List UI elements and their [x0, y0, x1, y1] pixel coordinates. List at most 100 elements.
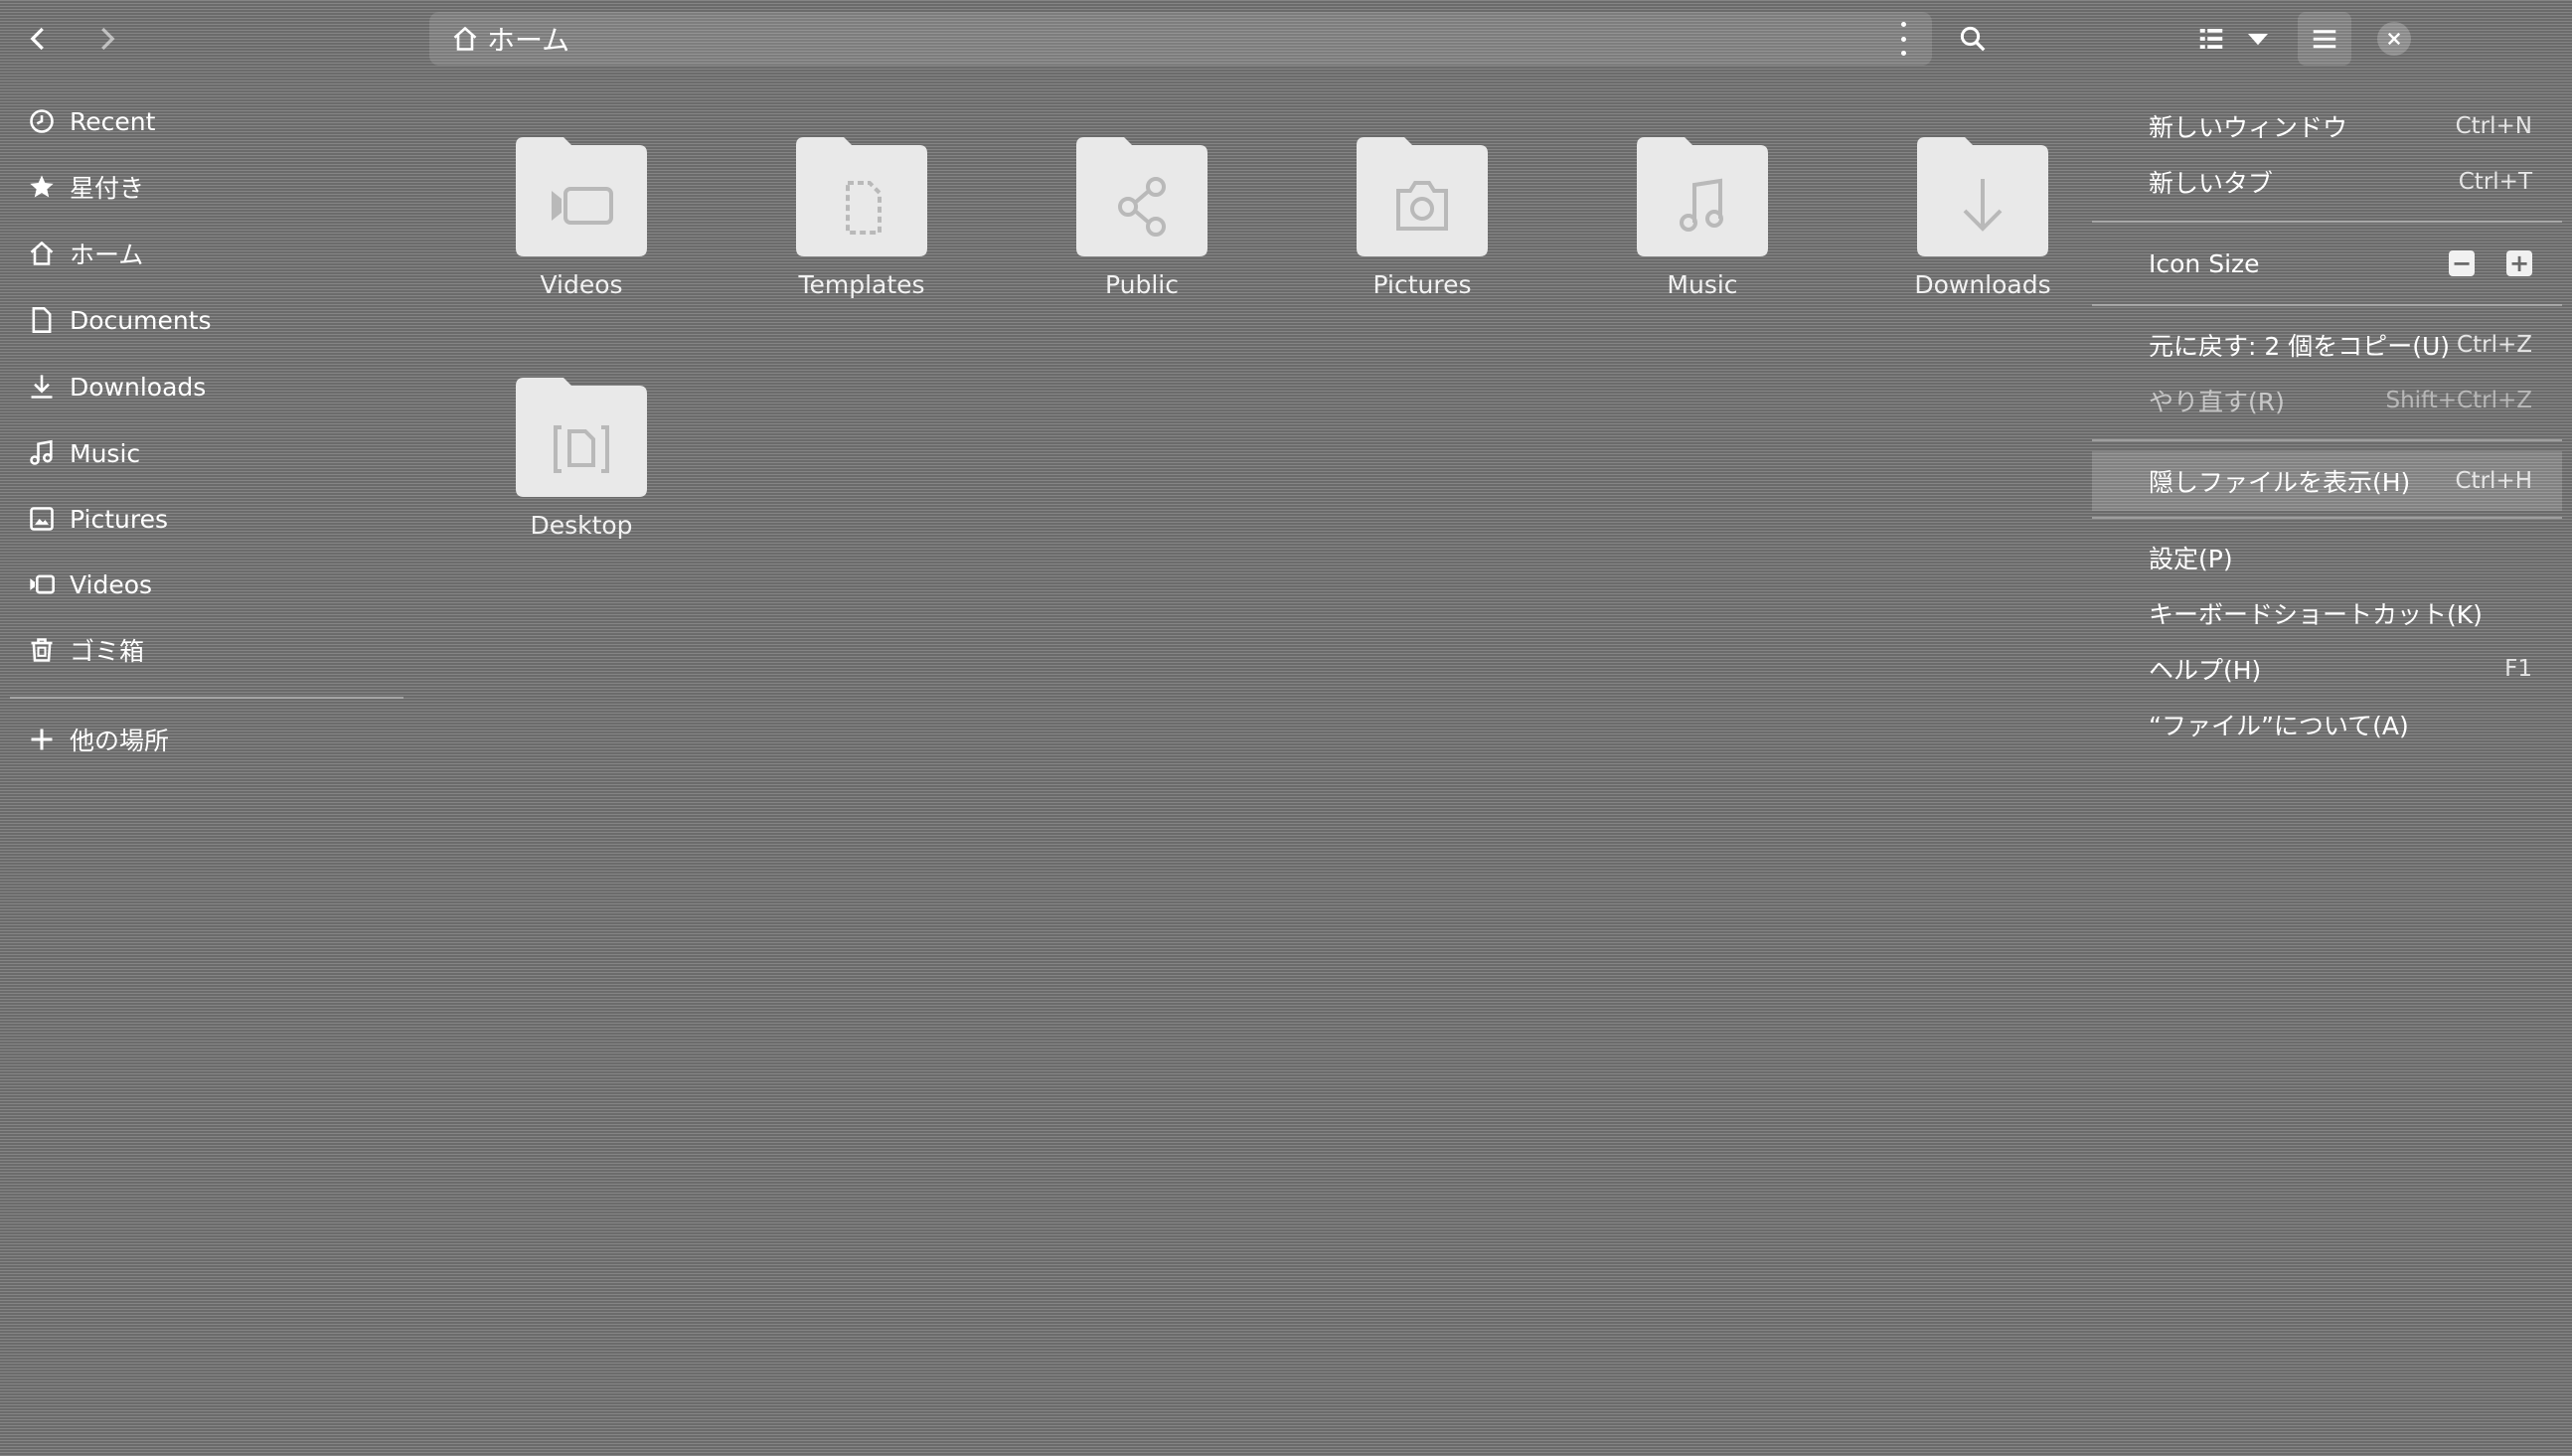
menu-item-label: 元に戻す: 2 個をコピー(U) [2149, 332, 2451, 361]
menu-item-help[interactable]: ヘルプ(H) F1 [2087, 642, 2562, 696]
folder-label: Public [1105, 270, 1179, 299]
path-menu-button[interactable] [1896, 22, 1910, 56]
sidebar-item-label: Music [70, 438, 141, 468]
folder-music-icon [1637, 137, 1768, 256]
sidebar-item-starred[interactable]: 星付き [28, 161, 396, 213]
menu-item-preferences[interactable]: 設定(P) [2087, 531, 2562, 584]
download-icon [31, 375, 53, 399]
zoom-out-button[interactable]: − [2449, 250, 2475, 276]
path-bar[interactable]: ホーム [429, 12, 1932, 66]
main-menu-button[interactable] [2298, 12, 2351, 66]
list-view-icon [2199, 29, 2223, 49]
menu-item-label: キーボードショートカット(K) [2149, 600, 2483, 629]
sidebar-item-music[interactable]: Music [28, 427, 396, 479]
menu-item-accel: Shift+Ctrl+Z [2385, 388, 2532, 413]
path-label: ホーム [487, 24, 570, 57]
close-button[interactable] [2367, 12, 2421, 66]
dot-icon [1900, 22, 1906, 27]
sidebar-separator [10, 697, 403, 699]
folder-item-videos[interactable]: Videos [462, 125, 701, 344]
sidebar-item-downloads[interactable]: Downloads [28, 361, 396, 412]
picture-icon [30, 507, 54, 531]
folder-label: Videos [540, 270, 623, 299]
document-icon [32, 307, 52, 333]
sidebar-item-label: Recent [70, 106, 156, 136]
menu-item-accel: Ctrl+H [2455, 468, 2533, 494]
sidebar-item-recent[interactable]: Recent [28, 95, 396, 147]
menu-item-redo[interactable]: やり直す(R) Shift+Ctrl+Z [2087, 374, 2562, 427]
home-icon [453, 26, 477, 51]
folder-share-icon [1076, 137, 1207, 256]
folder-camera-icon [1357, 137, 1488, 256]
caret-down-icon [2248, 34, 2268, 46]
folder-video-icon [516, 137, 647, 256]
menu-item-about[interactable]: “ファイル”について(A) [2087, 698, 2562, 751]
menu-item-accel: Ctrl+Z [2457, 332, 2532, 358]
close-icon [2387, 32, 2401, 46]
view-options-button[interactable] [2238, 12, 2278, 66]
menu-item-label: 設定(P) [2149, 545, 2233, 573]
menu-item-label: “ファイル”について(A) [2149, 712, 2409, 740]
folder-item-pictures[interactable]: Pictures [1303, 125, 1541, 344]
path-home-button[interactable]: ホーム [451, 19, 569, 59]
star-icon [30, 175, 54, 198]
sidebar-item-videos[interactable]: Videos [28, 559, 396, 610]
menu-item-accel: Ctrl+T [2458, 169, 2532, 195]
search-icon [1960, 26, 1986, 52]
menu-item-icon-size: Icon Size − + [2087, 237, 2562, 290]
sidebar-item-other-locations[interactable]: 他の場所 [28, 714, 396, 765]
dot-icon [1900, 36, 1906, 42]
search-button[interactable] [1946, 12, 2000, 66]
menu-item-accel: F1 [2504, 656, 2532, 682]
music-icon [30, 439, 53, 465]
folder-desktop-icon [516, 378, 647, 497]
folder-label: Pictures [1372, 270, 1472, 299]
menu-item-new-tab[interactable]: 新しいタブ Ctrl+T [2087, 155, 2562, 209]
back-button[interactable] [12, 12, 66, 66]
hamburger-icon [2313, 30, 2336, 49]
sidebar-item-trash[interactable]: ゴミ箱 [28, 624, 396, 676]
folder-item-templates[interactable]: Templates [742, 125, 981, 344]
sidebar-item-label: 他の場所 [70, 727, 170, 755]
sidebar-item-pictures[interactable]: Pictures [28, 493, 396, 545]
menu-item-keyboard-shortcuts[interactable]: キーボードショートカット(K) [2087, 586, 2562, 640]
folder-item-downloads[interactable]: Downloads [1863, 125, 2102, 344]
video-icon [30, 574, 55, 594]
menu-separator [2092, 517, 2562, 519]
folder-label: Desktop [530, 511, 633, 540]
folder-grid: Videos Templates Public Pictures Music D… [427, 95, 2077, 1456]
folder-label: Downloads [1914, 270, 2051, 299]
sidebar-item-documents[interactable]: Documents [28, 294, 396, 346]
sidebar: Recent 星付き ホーム Documents Downloads Music… [0, 95, 409, 1456]
menu-separator [2092, 221, 2562, 223]
home-icon [30, 241, 54, 265]
sidebar-item-label: 星付き [70, 174, 145, 203]
menu-item-label: 隠しファイルを表示(H) [2149, 468, 2411, 497]
main-menu-popover: 新しいウィンドウ Ctrl+N 新しいタブ Ctrl+T Icon Size −… [2087, 95, 2572, 771]
menu-item-label: 新しいタブ [2149, 169, 2274, 198]
menu-item-label: Icon Size [2149, 248, 2260, 278]
sidebar-item-label: Videos [70, 569, 153, 599]
folder-item-music[interactable]: Music [1583, 125, 1822, 344]
zoom-in-button[interactable]: + [2506, 250, 2532, 276]
menu-item-undo[interactable]: 元に戻す: 2 個をコピー(U) Ctrl+Z [2087, 318, 2562, 372]
sidebar-item-home[interactable]: ホーム [28, 228, 396, 279]
sidebar-item-label: Pictures [70, 504, 168, 534]
chevron-right-icon [101, 27, 115, 51]
sidebar-item-label: ホーム [70, 241, 144, 269]
sidebar-item-label: ゴミ箱 [70, 637, 145, 666]
clock-icon [30, 109, 54, 133]
folder-item-public[interactable]: Public [1023, 125, 1261, 344]
menu-item-show-hidden[interactable]: 隠しファイルを表示(H) Ctrl+H [2092, 451, 2562, 511]
folder-item-desktop[interactable]: Desktop [462, 366, 701, 584]
view-mode-button[interactable] [2184, 12, 2238, 66]
menu-item-new-window[interactable]: 新しいウィンドウ Ctrl+N [2087, 99, 2562, 153]
forward-button[interactable] [80, 12, 133, 66]
menu-separator [2092, 439, 2562, 441]
menu-item-label: 新しいウィンドウ [2149, 113, 2348, 142]
folder-download-icon [1917, 137, 2048, 256]
icon-size-controls: − + [2449, 250, 2532, 276]
menu-item-label: ヘルプ(H) [2149, 656, 2262, 685]
folder-label: Templates [798, 270, 925, 299]
sidebar-item-label: Downloads [70, 372, 207, 402]
